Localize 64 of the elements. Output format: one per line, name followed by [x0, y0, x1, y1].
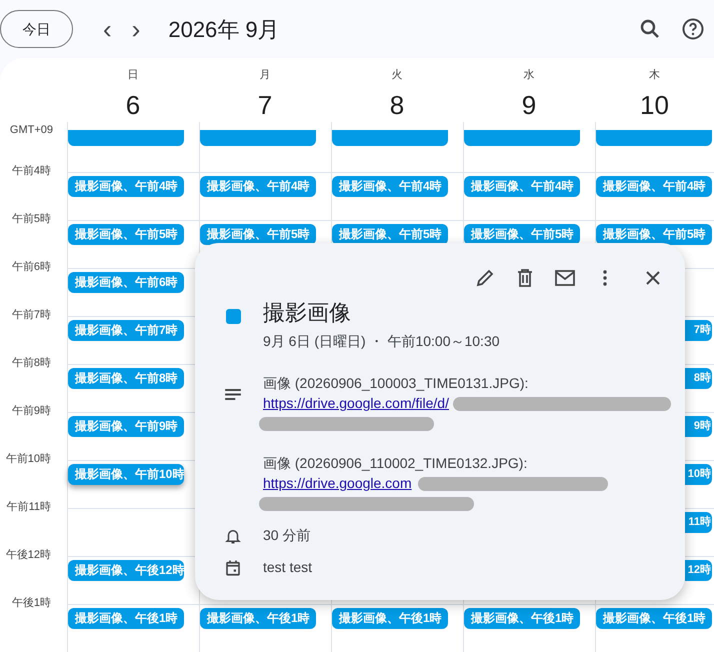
help-icon[interactable] [681, 17, 705, 41]
day-number[interactable]: 9 [522, 88, 536, 122]
weekday-label: 水 [524, 68, 534, 83]
event-chip[interactable]: 12時 [685, 560, 712, 581]
hour-label: 午前5時 [12, 212, 51, 227]
day-number[interactable]: 8 [390, 88, 404, 122]
event-chip[interactable]: 撮影画像、午後12時 [68, 560, 184, 581]
event-chip[interactable]: 撮影画像、午後1時 [200, 608, 316, 629]
timezone-label: GMT+09 [10, 123, 53, 138]
event-chip[interactable]: 撮影画像、午後1時 [596, 608, 712, 629]
today-button[interactable]: 今日 [0, 10, 73, 48]
event-chip[interactable]: 撮影画像、午前8時 [68, 368, 184, 389]
hour-label: 午前11時 [6, 500, 51, 515]
calendar-name: test test [263, 558, 314, 577]
hour-label: 午前4時 [12, 164, 51, 179]
event-chip[interactable]: 撮影画像、午前5時 [68, 224, 184, 245]
calendar-icon [224, 559, 242, 577]
event-chip[interactable]: 撮影画像、午前4時 [332, 176, 448, 197]
event-chip[interactable]: 11時 [685, 512, 712, 533]
event-chip[interactable]: 撮影画像、午前4時 [200, 176, 316, 197]
event-chip[interactable]: 撮影画像、午前5時 [332, 224, 448, 245]
event-chip[interactable]: 8時 [685, 368, 712, 389]
event-chip[interactable]: 撮影画像、午前4時 [68, 176, 184, 197]
hour-label: 午前10時 [6, 452, 51, 467]
event-chip[interactable]: 撮影画像、午後1時 [464, 608, 580, 629]
event-chip[interactable]: 7時 [685, 320, 712, 341]
event-chip[interactable]: 撮影画像、午後1時 [332, 608, 448, 629]
weekday-label: 火 [392, 68, 402, 83]
day-number[interactable]: 6 [126, 88, 140, 122]
event-chip[interactable]: 撮影画像、午前5時 [596, 224, 712, 245]
weekday-label: 日 [128, 68, 138, 83]
event-chip[interactable]: 9時 [685, 416, 712, 437]
hour-label: 午後1時 [12, 596, 51, 611]
hour-label: 午前7時 [12, 308, 51, 323]
event-chip[interactable]: 撮影画像、午前10時 [68, 464, 184, 485]
previous-button[interactable]: ‹ [103, 16, 112, 42]
event-chip[interactable]: 撮影画像、午前7時 [68, 320, 184, 341]
weekday-label: 木 [649, 68, 660, 83]
hour-label: 午前8時 [12, 356, 51, 371]
bell-icon [224, 527, 242, 545]
hour-label: 午前9時 [12, 404, 51, 419]
month-title: 2026年 9月 [168, 16, 280, 44]
event-chip[interactable]: 撮影画像、午前5時 [464, 224, 580, 245]
description-text: 画像 (20260906_100003_TIME0131.JPG): [263, 374, 530, 393]
drive-link[interactable]: https://drive.google.com/file/d/ [263, 393, 449, 413]
reminder-text: 30 分前 [263, 526, 312, 545]
description-icon [225, 389, 241, 400]
event-chip[interactable]: 10時 [685, 464, 712, 485]
day-number[interactable]: 10 [640, 88, 669, 122]
description-text: 画像 (20260906_110002_TIME0132.JPG): [263, 454, 528, 473]
event-time: 9月 6日 (日曜日) ・ 午前10:00～10:30 [263, 332, 501, 351]
event-chip[interactable]: 撮影画像、午前6時 [68, 272, 184, 293]
event-chip[interactable]: 撮影画像、午前9時 [68, 416, 184, 437]
drive-link[interactable]: https://drive.google.com [263, 473, 412, 493]
day-number[interactable]: 7 [258, 88, 272, 122]
event-chip[interactable]: 撮影画像、午前5時 [200, 224, 316, 245]
event-chip[interactable]: 撮影画像、午後1時 [68, 608, 184, 629]
event-chip[interactable]: 撮影画像、午前4時 [464, 176, 580, 197]
event-title: 撮影画像 [263, 299, 352, 327]
next-button[interactable]: › [132, 16, 140, 42]
hour-label: 午後12時 [6, 548, 51, 563]
event-chip[interactable]: 撮影画像、午前4時 [596, 176, 712, 197]
hour-label: 午前6時 [12, 260, 51, 275]
weekday-label: 月 [260, 68, 270, 83]
